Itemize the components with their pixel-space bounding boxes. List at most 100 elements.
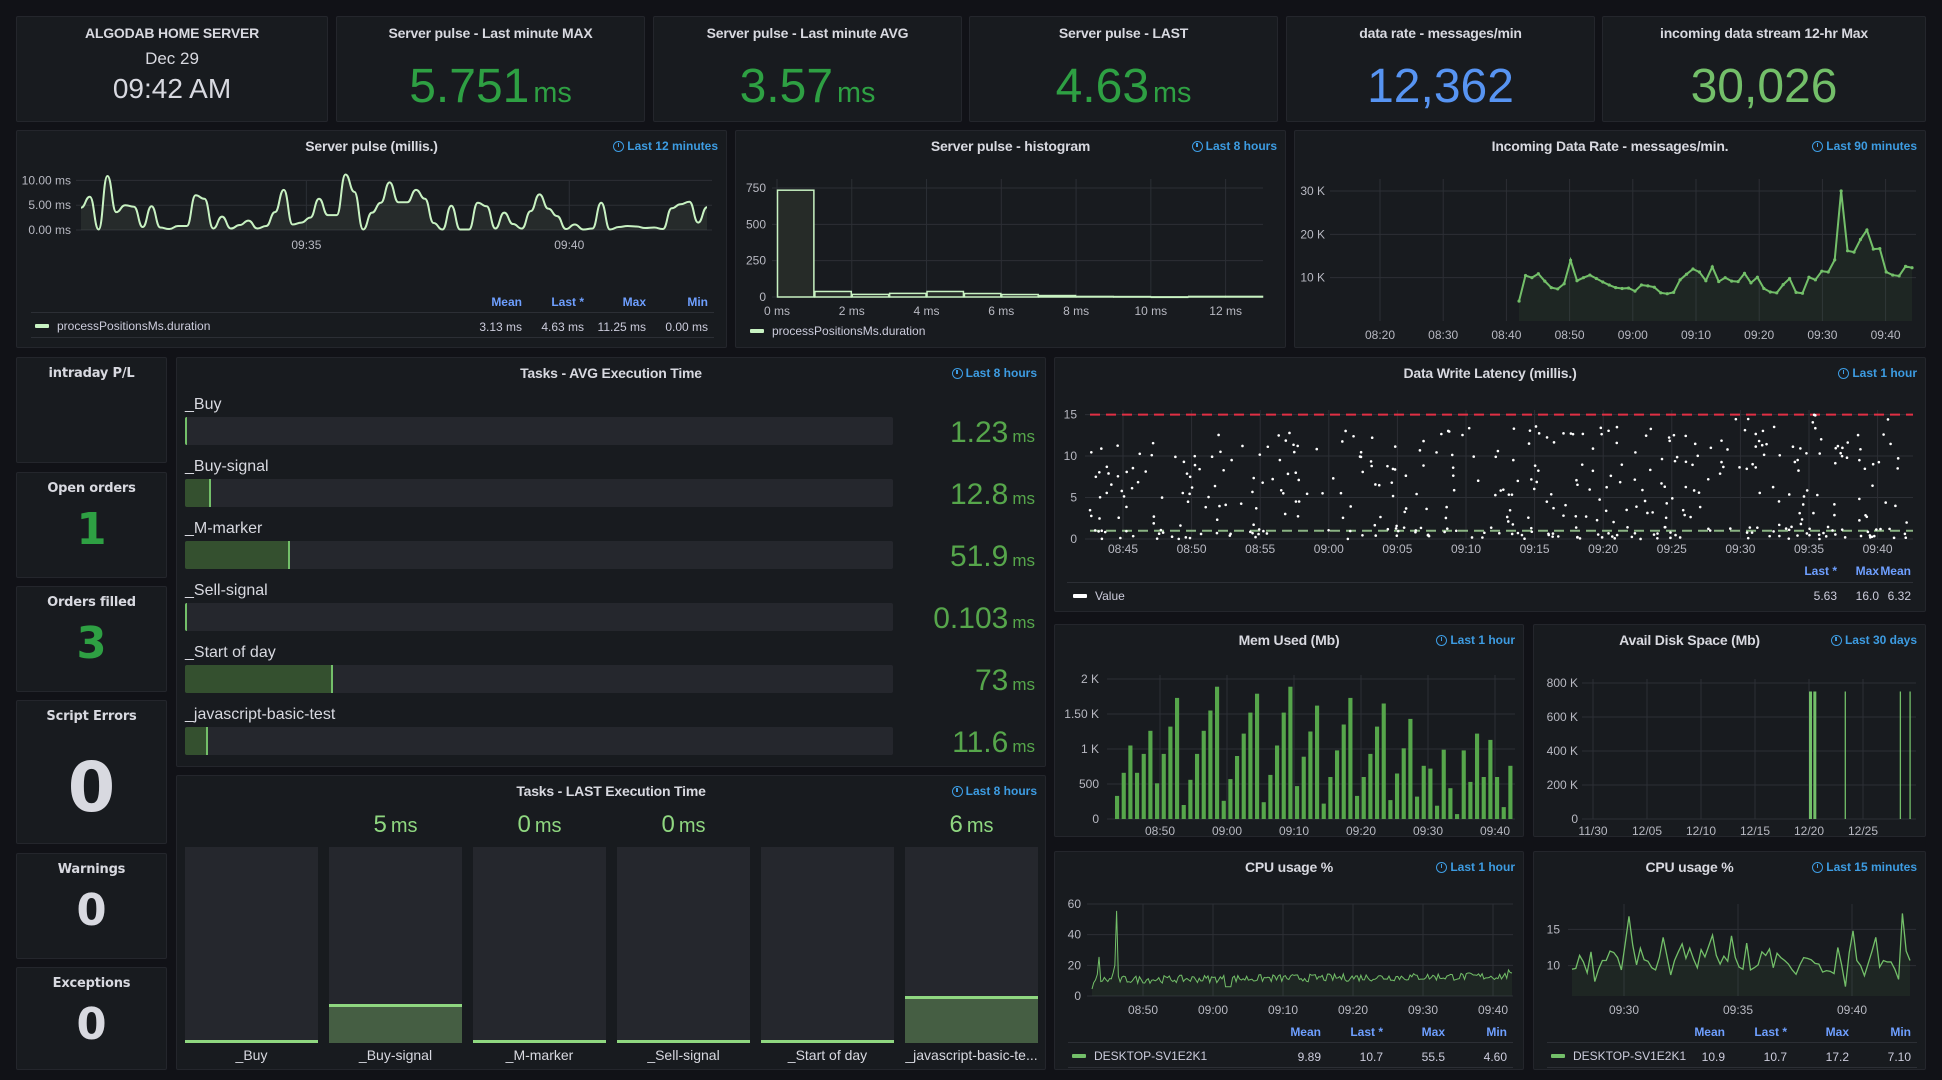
data-point — [1663, 485, 1667, 488]
data-point — [1872, 534, 1876, 538]
histogram-chart[interactable]: 0 250 500 750 0 ms 2 ms 4 ms 6 ms 8 ms 10 ms 12 ms — [736, 131, 1286, 348]
bar-track[interactable] — [473, 847, 606, 1043]
legend-header[interactable]: Min — [652, 295, 708, 309]
legend-header[interactable]: Max — [590, 295, 646, 309]
legend-item[interactable]: DESKTOP-SV1E2K1 — [1551, 1049, 1686, 1063]
series-area — [1572, 913, 1910, 996]
data-rate-chart[interactable]: 10 K 20 K 30 K 08:20 08:30 08:40 08:50 09:00 09:… — [1295, 131, 1926, 348]
bar-track[interactable] — [905, 847, 1038, 1043]
time-range-badge[interactable]: Last 8 hours — [951, 784, 1037, 798]
data-point — [1119, 536, 1122, 540]
bar-track[interactable] — [185, 727, 893, 755]
side-stat-title: Warnings — [57, 862, 126, 877]
bar-track[interactable] — [185, 847, 318, 1043]
bar — [1381, 703, 1386, 819]
bar-fill — [185, 603, 187, 631]
side-stat-value: 0 — [67, 749, 116, 828]
data-point — [1807, 275, 1811, 279]
data-point — [1229, 532, 1232, 536]
data-point — [1230, 458, 1233, 462]
histogram-panel[interactable]: Server pulse - histogram Last 8 hours 02… — [735, 130, 1286, 348]
bar-track[interactable] — [617, 847, 750, 1043]
tasks-avg-panel[interactable]: Tasks - AVG Execution Time Last 8 hours … — [176, 357, 1046, 767]
data-point — [1556, 535, 1560, 538]
data-point — [1218, 504, 1221, 508]
legend-item[interactable]: Value — [1073, 589, 1125, 603]
bar-track[interactable] — [185, 541, 893, 569]
data-point — [1510, 493, 1514, 496]
write-latency-panel[interactable]: Data Write Latency (millis.) Last 1 hour… — [1054, 357, 1926, 612]
y-tick-label: 800 K — [1547, 676, 1578, 690]
data-point — [1435, 451, 1438, 454]
legend-header[interactable]: Mean — [466, 295, 522, 309]
legend-header[interactable]: Mean — [1853, 564, 1911, 578]
data-point — [1193, 463, 1197, 467]
legend-item[interactable]: processPositionsMs.duration — [750, 324, 925, 338]
legend-header[interactable]: Max — [1389, 1025, 1445, 1039]
data-point — [1697, 491, 1701, 494]
data-point — [1339, 491, 1343, 495]
tasks-last-panel[interactable]: Tasks - LAST Execution Time Last 8 hours… — [176, 775, 1046, 1070]
data-point — [1219, 450, 1222, 454]
divider — [31, 312, 714, 313]
data-point — [1879, 527, 1882, 531]
disk-space-chart[interactable]: 0 200 K 400 K 600 K 800 K 11/30 12/05 12/10 12/1… — [1534, 625, 1926, 837]
data-point — [1808, 533, 1811, 537]
bar-track[interactable] — [329, 847, 462, 1043]
data-point — [1751, 462, 1754, 466]
data-point — [1646, 511, 1649, 515]
clock-icon — [951, 785, 963, 797]
server-pulse-chart[interactable]: 0.00 ms 5.00 ms 10.00 ms 09:35 09:40 — [17, 131, 727, 348]
bar-unit: ms — [966, 815, 994, 837]
bar — [1355, 795, 1360, 819]
bar-unit: ms — [534, 815, 562, 837]
legend-header[interactable]: Last * — [1731, 1025, 1787, 1039]
legend-header[interactable]: Last * — [1327, 1025, 1383, 1039]
bar — [1315, 705, 1320, 819]
data-point — [1532, 487, 1536, 491]
data-point — [1859, 447, 1862, 451]
mem-used-panel[interactable]: Mem Used (Mb) Last 1 hour 0 500 1 K 1.50 K2… — [1054, 624, 1524, 837]
data-point — [1644, 434, 1648, 437]
bar — [1155, 783, 1160, 819]
legend-header[interactable]: Last * — [528, 295, 584, 309]
data-point — [1551, 535, 1554, 538]
data-point — [1612, 520, 1615, 524]
data-point — [1569, 432, 1573, 435]
bar-label: _Sell-signal — [647, 1047, 720, 1063]
data-rate-panel[interactable]: Incoming Data Rate - messages/min. Last … — [1294, 130, 1926, 348]
disk-space-panel[interactable]: Avail Disk Space (Mb) Last 30 days 0 200 … — [1533, 624, 1926, 837]
data-point — [1667, 436, 1671, 439]
legend-header[interactable]: Min — [1855, 1025, 1911, 1039]
data-point — [1198, 467, 1201, 471]
bar-track[interactable] — [185, 603, 893, 631]
legend-item[interactable]: processPositionsMs.duration — [35, 319, 210, 333]
data-point — [1089, 514, 1093, 518]
data-point — [1802, 495, 1806, 498]
data-point — [1768, 290, 1772, 294]
stat-panel: Server pulse - Last minute AVG 3.57 ms — [653, 16, 962, 122]
legend-header[interactable]: Max — [1793, 1025, 1849, 1039]
mem-used-chart[interactable]: 0 500 1 K 1.50 K 2 K 08:50 09:00 09:10 09:20 09:3… — [1055, 625, 1524, 837]
bar-track[interactable] — [761, 847, 894, 1043]
data-point — [1834, 533, 1837, 536]
legend-header[interactable]: Mean — [1265, 1025, 1321, 1039]
data-point — [1793, 460, 1797, 464]
legend-header[interactable]: Min — [1451, 1025, 1507, 1039]
legend-item[interactable]: DESKTOP-SV1E2K1 — [1072, 1049, 1207, 1063]
time-range-badge[interactable]: Last 8 hours — [951, 366, 1037, 380]
data-point — [1762, 453, 1766, 457]
data-point — [1805, 532, 1809, 535]
server-pulse-panel[interactable]: Server pulse (millis.) Last 12 minutes 0… — [16, 130, 727, 348]
data-point — [1261, 481, 1264, 484]
cpu-15m-panel[interactable]: CPU usage % Last 15 minutes 10 15 09:30 09:… — [1533, 851, 1926, 1070]
legend-header[interactable]: Mean — [1669, 1025, 1725, 1039]
stat-number: 5.751 — [409, 60, 530, 113]
bar-track[interactable] — [185, 417, 893, 445]
data-point — [1610, 535, 1614, 538]
cpu-1h-panel[interactable]: CPU usage % Last 1 hour 0 20 40 60 08:50 09:0… — [1054, 851, 1524, 1070]
y-tick-label: 1.50 K — [1064, 707, 1099, 721]
histogram-bar — [1038, 294, 1077, 298]
data-point — [1852, 250, 1856, 254]
bar-track[interactable] — [185, 479, 893, 507]
